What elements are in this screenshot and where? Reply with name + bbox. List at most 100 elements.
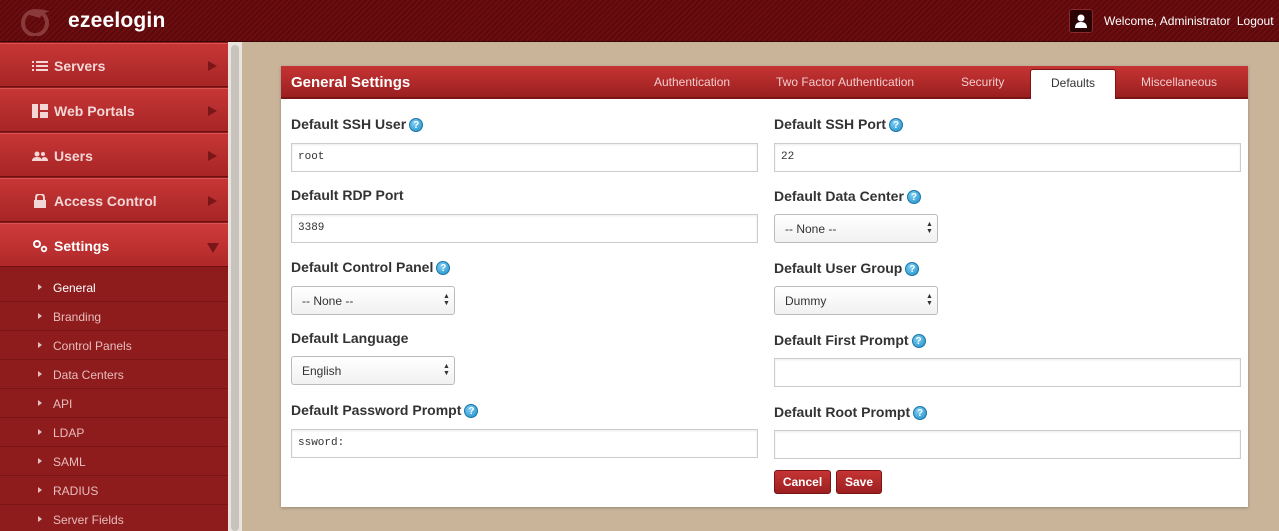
help-icon[interactable]: ? [889,118,904,132]
sidebar-item-users[interactable]: Users [0,133,228,177]
submenu-item-label: General [53,281,96,295]
sidebar-item-web-portals[interactable]: Web Portals [0,88,228,132]
rdp-port-label: Default RDP Port [291,187,404,203]
tab-authentication[interactable]: Authentication [654,75,730,89]
submenu-item-ldap[interactable]: LDAP [0,418,228,447]
bullet-icon [38,516,42,522]
user-group-select[interactable]: Dummy ▲ ▼ [774,286,938,315]
submenu-item-label: API [53,397,73,411]
tab-security[interactable]: Security [961,75,1004,89]
chevron-right-icon [208,196,217,206]
user-avatar[interactable] [1069,9,1093,33]
sidebar-item-label: Users [54,148,93,164]
panel-header: General Settings Authentication Two Fact… [281,66,1248,99]
sidebar: Servers Web Portals Users Access Control [0,42,228,531]
submenu-item-branding[interactable]: Branding [0,302,228,331]
submenu-item-label: Control Panels [53,339,132,353]
settings-panel: General Settings Authentication Two Fact… [281,66,1248,507]
chevron-right-icon [208,151,217,161]
help-icon[interactable]: ? [905,262,920,276]
submenu-item-server-fields[interactable]: Server Fields [0,505,228,531]
first-prompt-input[interactable] [774,358,1241,387]
sidebar-item-servers[interactable]: Servers [0,43,228,87]
welcome-area: Welcome, Administrator Logout [1104,14,1274,28]
select-arrows-icon: ▲ ▼ [926,293,933,307]
logout-link[interactable]: Logout [1237,14,1274,28]
password-prompt-label-text: Default Password Prompt [291,402,462,418]
rdp-port-input[interactable]: 3389 [291,214,758,243]
select-value: -- None -- [302,294,354,308]
select-value: English [302,364,342,378]
sidebar-scrollbar-thumb[interactable] [231,45,239,531]
bullet-icon [38,371,42,377]
logo-icon [21,9,50,36]
sidebar-item-settings[interactable]: Settings [0,223,228,267]
submenu-item-api[interactable]: API [0,389,228,418]
submenu-item-data-centers[interactable]: Data Centers [0,360,228,389]
tab-miscellaneous[interactable]: Miscellaneous [1141,75,1217,89]
select-arrows-icon: ▲ ▼ [443,363,450,377]
save-button[interactable]: Save [836,470,882,494]
chevron-down-icon [207,243,219,253]
ssh-port-label: Default SSH Port? [774,116,904,132]
select-value: -- None -- [785,222,837,236]
ssh-user-input[interactable]: root [291,143,758,172]
data-center-label: Default Data Center? [774,188,921,204]
bullet-icon [38,284,42,290]
control-panel-select[interactable]: -- None -- ▲ ▼ [291,286,455,315]
cancel-button[interactable]: Cancel [774,470,831,494]
sidebar-item-label: Web Portals [54,103,135,119]
user-group-label: Default User Group? [774,260,920,276]
bullet-icon [38,487,42,493]
password-prompt-input[interactable]: ssword: [291,429,758,458]
data-center-select[interactable]: -- None -- ▲ ▼ [774,214,938,243]
first-prompt-label: Default First Prompt? [774,332,926,348]
submenu-item-general[interactable]: General [0,273,228,302]
submenu-item-radius[interactable]: RADIUS [0,476,228,505]
submenu-item-control-panels[interactable]: Control Panels [0,331,228,360]
tab-two-factor-authentication[interactable]: Two Factor Authentication [776,75,914,89]
tab-defaults[interactable]: Defaults [1030,69,1117,99]
users-icon [32,151,48,161]
submenu-item-label: RADIUS [53,484,99,498]
submenu-item-label: Server Fields [53,513,124,527]
root-prompt-label: Default Root Prompt? [774,404,928,420]
bullet-icon [38,342,42,348]
sidebar-item-access-control[interactable]: Access Control [0,178,228,222]
welcome-text: Welcome, Administrator [1104,14,1231,28]
help-icon[interactable]: ? [409,118,424,132]
help-icon[interactable]: ? [464,404,479,418]
ssh-port-input[interactable]: 22 [774,143,1241,172]
user-group-label-text: Default User Group [774,260,903,276]
submenu-item-saml[interactable]: SAML [0,447,228,476]
control-panel-label: Default Control Panel? [291,259,451,275]
select-arrows-icon: ▲ ▼ [926,221,933,235]
grid-icon [32,104,48,118]
control-panel-label-text: Default Control Panel [291,259,434,275]
bullet-icon [38,400,42,406]
chevron-right-icon [208,106,217,116]
sidebar-item-label: Settings [54,238,110,254]
select-value: Dummy [785,294,827,308]
list-icon [32,61,48,71]
user-icon [1075,14,1087,28]
bullet-icon [38,313,42,319]
gears-icon [33,240,48,253]
sidebar-item-label: Servers [54,58,106,74]
help-icon[interactable]: ? [911,334,926,348]
language-select[interactable]: English ▲ ▼ [291,356,455,385]
help-icon[interactable]: ? [436,261,451,275]
chevron-right-icon [208,61,217,71]
password-prompt-label: Default Password Prompt? [291,402,479,418]
submenu-item-label: SAML [53,455,86,469]
language-label-text: Default Language [291,330,409,346]
app-name: ezeelogin [68,9,166,32]
select-arrows-icon: ▲ ▼ [443,293,450,307]
root-prompt-input[interactable] [774,430,1241,459]
sidebar-item-label: Access Control [54,193,157,209]
root-prompt-label-text: Default Root Prompt [774,404,911,420]
help-icon[interactable]: ? [913,406,928,420]
panel-title: General Settings [291,74,411,91]
help-icon[interactable]: ? [906,190,921,204]
submenu-item-label: Branding [53,310,102,324]
